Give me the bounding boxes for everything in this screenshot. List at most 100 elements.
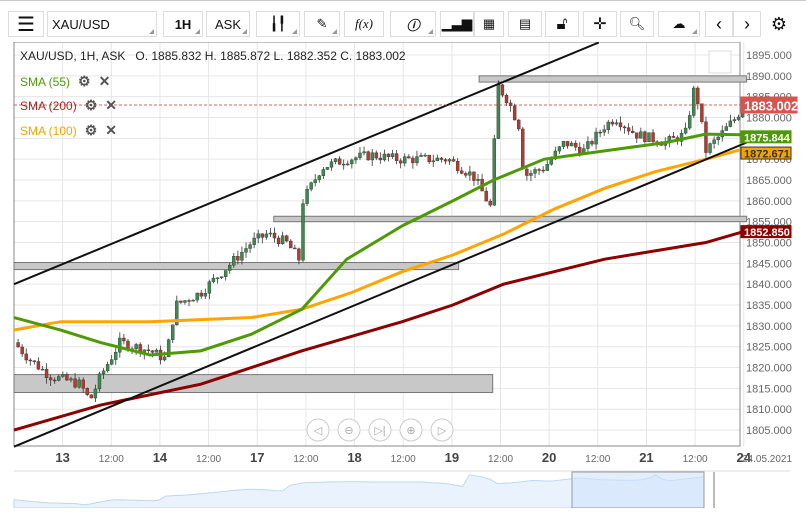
price-tick-label: 1815.000 (746, 383, 792, 395)
candle (708, 143, 712, 153)
candle (162, 356, 167, 361)
candle (468, 171, 472, 176)
price-tick-label: 1835.000 (746, 300, 792, 312)
gear-icon[interactable]: ⚙ (85, 122, 98, 139)
ohlc-info: XAU/USD, 1H, ASK O. 1885.832 H. 1885.872… (20, 49, 406, 63)
candle (561, 141, 566, 147)
function-icon[interactable]: f(x) (344, 11, 384, 37)
candle (525, 168, 529, 176)
time-tick-label: 12:00 (488, 454, 513, 465)
skip-end-icon-glyph: ▷| (374, 425, 385, 437)
candle (460, 170, 464, 174)
candle (565, 141, 570, 147)
candle (496, 84, 501, 139)
candle (427, 154, 431, 163)
candle (630, 130, 635, 133)
candlestick-icon[interactable]: ╽╿ (256, 11, 300, 37)
lock-icon[interactable]: 🔓︎ (545, 11, 579, 37)
chevron-right-icon[interactable]: › (733, 11, 761, 37)
candle (276, 237, 281, 245)
candle (219, 276, 224, 279)
time-tick-label: 21 (639, 450, 653, 465)
bar-chart-icon[interactable]: ▁▃▆ (440, 11, 474, 37)
candle (716, 136, 720, 141)
candle (643, 131, 647, 142)
crosshair-icon[interactable]: ✛ (583, 11, 617, 37)
candle (370, 152, 374, 161)
candle (28, 359, 32, 362)
candle (398, 160, 403, 164)
time-tick-label: 19 (445, 450, 459, 465)
candle (264, 233, 269, 238)
candle (93, 388, 98, 399)
candle (317, 175, 321, 180)
candle (16, 342, 20, 348)
zoom-chart-icon[interactable]: 🔍︎ (620, 11, 654, 37)
candle (44, 368, 49, 378)
gear-icon[interactable]: ⚙ (78, 73, 91, 90)
candle (394, 153, 399, 161)
candle (476, 179, 480, 181)
candle (732, 119, 737, 122)
gear-icon[interactable]: ⚙ (766, 11, 792, 37)
zoom-out-icon-glyph: ⊖ (344, 425, 353, 437)
price-tick-label: 1895.000 (746, 50, 792, 62)
gear-icon[interactable]: ⚙ (85, 97, 98, 114)
candle (594, 131, 598, 145)
candle (61, 374, 65, 377)
zoom-in-icon-glyph: ⊕ (406, 425, 415, 437)
close-icon[interactable]: ✕ (99, 73, 111, 90)
end-date-label: 24.05.2021 (742, 454, 792, 465)
navigator-window[interactable] (571, 471, 705, 508)
candle (419, 155, 423, 157)
candle (435, 157, 440, 161)
candle (529, 173, 533, 176)
close-icon[interactable]: ✕ (105, 122, 117, 139)
support-resistance-zone (273, 215, 748, 223)
chevron-left-icon[interactable]: ‹ (705, 11, 733, 37)
candle (407, 156, 411, 159)
candle (199, 292, 203, 297)
candle (244, 248, 248, 253)
timeframe-select[interactable]: 1H (163, 11, 203, 37)
candle (65, 374, 69, 381)
price-label: 1875.844 (744, 132, 791, 144)
price-tick-label: 1860.000 (746, 196, 792, 208)
candle (134, 344, 138, 350)
candle (285, 235, 289, 242)
candle (647, 132, 651, 142)
candle (57, 376, 61, 381)
price-side-select[interactable]: ASK (206, 11, 250, 37)
candle (598, 131, 602, 134)
candle (342, 163, 346, 166)
cloud-upload-icon[interactable]: ☁ (658, 11, 700, 37)
info-icon[interactable]: ⓘ (390, 11, 436, 37)
candle (252, 237, 256, 245)
time-tick-label: 12:00 (196, 454, 221, 465)
navigator[interactable] (0, 470, 806, 508)
candle (73, 378, 77, 388)
candle (85, 388, 89, 395)
price-tick-label: 1820.000 (746, 363, 792, 375)
calendar-icon[interactable]: ▦ (474, 11, 504, 37)
price-tick-label: 1805.000 (746, 425, 792, 437)
hamburger-icon[interactable]: ☰ (8, 11, 44, 37)
pen-icon[interactable]: ✎ (304, 11, 340, 37)
candle (260, 233, 264, 238)
candle (651, 132, 655, 143)
close-icon[interactable]: ✕ (105, 97, 117, 114)
indicator-sma100: SMA (100) ⚙ ✕ (20, 122, 117, 139)
candle (154, 349, 159, 353)
report-icon[interactable]: ▤ (508, 11, 542, 37)
candle (32, 360, 37, 362)
candle (378, 157, 383, 161)
price-chart[interactable]: 1895.0001890.0001885.0001880.0001875.000… (0, 42, 806, 472)
symbol-select[interactable]: XAU/USD (47, 11, 157, 37)
candle (333, 158, 338, 162)
candle (533, 169, 537, 174)
price-label: 1883.002 (744, 98, 798, 113)
price-tick-label: 1825.000 (746, 342, 792, 354)
candle (443, 159, 448, 162)
candle (602, 129, 606, 133)
candle (447, 159, 452, 162)
